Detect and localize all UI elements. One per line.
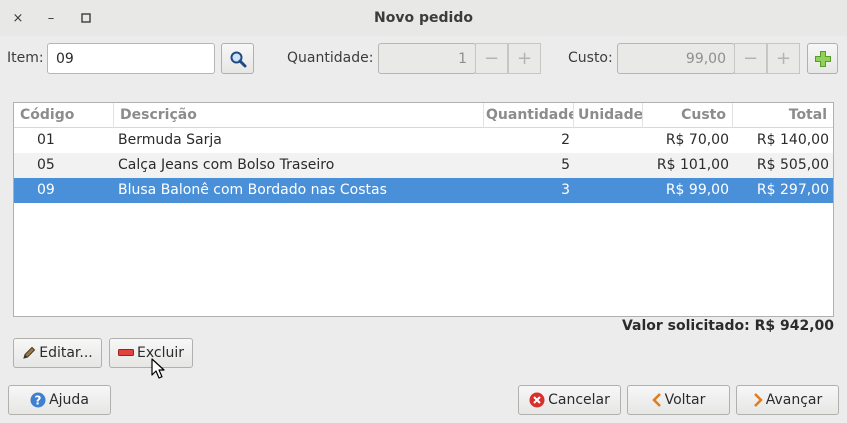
help-icon: ? [30, 392, 46, 408]
add-icon [814, 50, 832, 68]
cost-label: Custo: [568, 50, 613, 66]
edit-button[interactable]: Editar... [13, 338, 102, 368]
minus-icon: − [483, 48, 500, 69]
add-item-button[interactable] [807, 43, 838, 74]
cell-unidade [578, 178, 638, 203]
help-button-label: Ajuda [49, 392, 89, 408]
cell-descricao: Calça Jeans com Bolso Traseiro [118, 157, 335, 173]
column-header-total[interactable]: Total [733, 103, 833, 128]
plus-icon: + [775, 48, 792, 69]
chevron-right-icon [753, 393, 763, 407]
item-label: Item: [7, 50, 44, 66]
help-button[interactable]: ? Ajuda [8, 385, 111, 415]
window-title: Novo pedido [374, 10, 473, 26]
quantity-label: Quantidade: [287, 50, 374, 66]
cell-codigo: 05 [37, 157, 55, 173]
cell-descricao: Bermuda Sarja [118, 132, 222, 148]
cell-codigo: 01 [37, 132, 55, 148]
table-row[interactable]: 01 Bermuda Sarja 2 R$ 70,00 R$ 140,00 [14, 128, 833, 153]
title-bar: × – Novo pedido [0, 0, 847, 36]
mouse-cursor-icon [151, 358, 165, 380]
order-total-label: Valor solicitado: [621, 318, 750, 334]
items-table: Código Descrição Quantidade Unidade Cust… [13, 102, 834, 317]
search-button[interactable] [221, 43, 254, 74]
back-button[interactable]: Voltar [627, 385, 730, 415]
cell-total: R$ 140,00 [756, 132, 829, 148]
cell-custo: R$ 99,00 [665, 182, 729, 198]
cell-quantidade: 3 [561, 182, 570, 198]
cancel-icon [529, 392, 545, 408]
cell-quantidade: 5 [561, 157, 570, 173]
cost-decrement-button[interactable]: − [734, 43, 767, 74]
table-header: Código Descrição Quantidade Unidade Cust… [14, 103, 833, 128]
svg-text:?: ? [35, 394, 42, 408]
cell-codigo: 09 [37, 182, 55, 198]
order-total: Valor solicitado: R$ 942,00 [622, 318, 834, 334]
back-button-label: Voltar [664, 392, 706, 408]
column-header-custo[interactable]: Custo [643, 103, 733, 128]
edit-button-label: Editar... [39, 345, 93, 361]
column-header-unidade[interactable]: Unidade [574, 103, 643, 128]
search-icon [229, 50, 247, 68]
column-header-descricao[interactable]: Descrição [114, 103, 484, 128]
cost-input[interactable]: 99,00 [617, 43, 735, 74]
cancel-button-label: Cancelar [548, 392, 610, 408]
order-total-value: R$ 942,00 [754, 318, 834, 334]
quantity-increment-button[interactable]: + [508, 43, 541, 74]
cell-custo: R$ 70,00 [665, 132, 729, 148]
column-header-codigo[interactable]: Código [14, 103, 114, 128]
quantity-input[interactable]: 1 [378, 43, 476, 74]
item-input[interactable]: 09 [47, 43, 215, 74]
cell-total: R$ 505,00 [756, 157, 829, 173]
cost-increment-button[interactable]: + [767, 43, 800, 74]
quantity-decrement-button[interactable]: − [475, 43, 508, 74]
next-button[interactable]: Avançar [736, 385, 839, 415]
cell-unidade [578, 128, 638, 153]
cell-unidade [578, 153, 638, 178]
table-row[interactable]: 05 Calça Jeans com Bolso Traseiro 5 R$ 1… [14, 153, 833, 178]
next-button-label: Avançar [765, 392, 823, 408]
cell-descricao: Blusa Balonê com Bordado nas Costas [118, 182, 387, 198]
cell-custo: R$ 101,00 [656, 157, 729, 173]
cell-quantidade: 2 [561, 132, 570, 148]
cancel-button[interactable]: Cancelar [518, 385, 621, 415]
table-row-selected[interactable]: 09 Blusa Balonê com Bordado nas Costas 3… [14, 178, 833, 203]
pencil-icon [22, 346, 36, 360]
plus-icon: + [516, 48, 533, 69]
chevron-left-icon [651, 393, 662, 407]
remove-icon [118, 349, 134, 357]
column-header-quantidade[interactable]: Quantidade [484, 103, 574, 128]
cell-total: R$ 297,00 [756, 182, 829, 198]
minus-icon: − [742, 48, 759, 69]
